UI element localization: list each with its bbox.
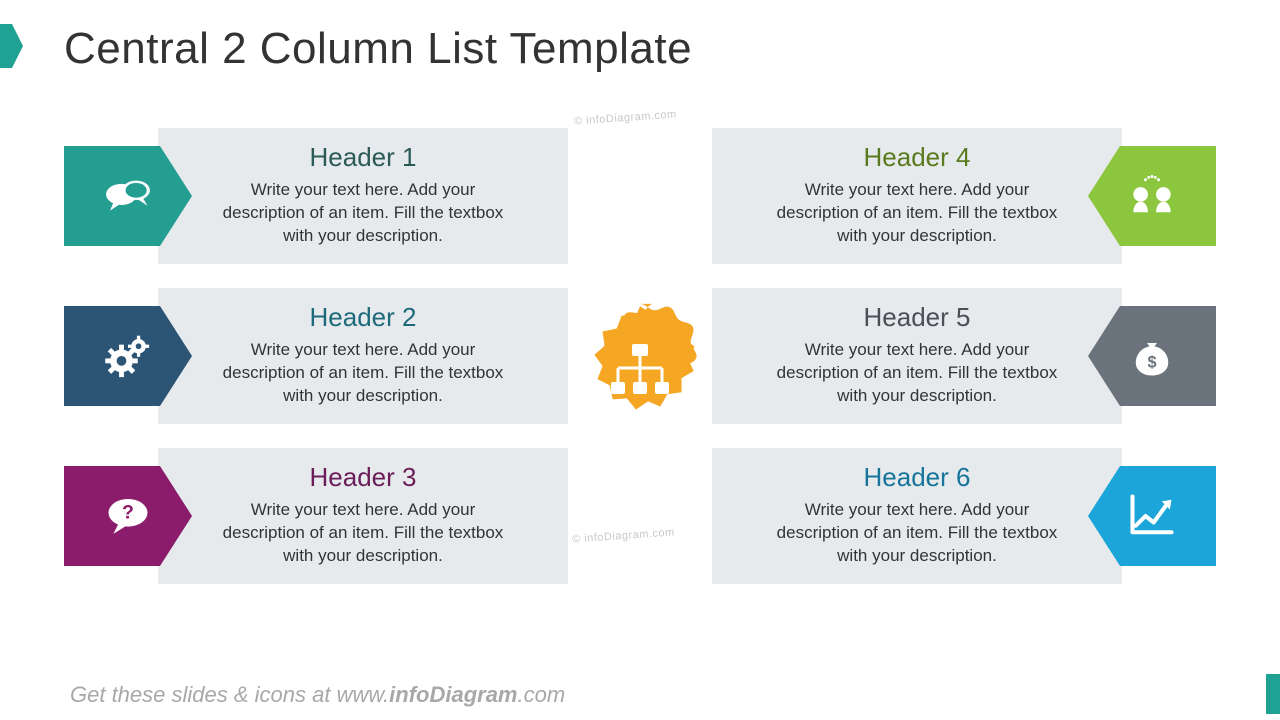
right-column: Header 4 Write your text here. Add your … (712, 128, 1216, 584)
item-body: Write your text here. Add your descripti… (772, 179, 1062, 248)
list-item: Header 4 Write your text here. Add your … (712, 128, 1216, 264)
list-item: Header 5 Write your text here. Add your … (712, 288, 1216, 424)
two-heads-icon (1126, 170, 1178, 222)
item-header: Header 5 (738, 302, 1096, 333)
item-card: Header 1 Write your text here. Add your … (158, 128, 568, 264)
center-badge (565, 295, 715, 445)
left-column: Header 1 Write your text here. Add your … (64, 128, 568, 584)
item-tag: ? (64, 466, 192, 566)
item-header: Header 4 (738, 142, 1096, 173)
list-item: Header 6 Write your text here. Add your … (712, 448, 1216, 584)
item-header: Header 2 (184, 302, 542, 333)
item-tag (1088, 146, 1216, 246)
footer-brand: infoDiagram (389, 682, 517, 707)
item-body: Write your text here. Add your descripti… (218, 339, 508, 408)
item-tag (64, 146, 192, 246)
list-item: Header 3 Write your text here. Add your … (64, 448, 568, 584)
question-bubble-icon: ? (102, 490, 154, 542)
item-body: Write your text here. Add your descripti… (218, 499, 508, 568)
svg-text:$: $ (1147, 353, 1156, 371)
gears-icon (102, 330, 154, 382)
item-card: Header 3 Write your text here. Add your … (158, 448, 568, 584)
slide-accent-right (1266, 674, 1280, 714)
item-tag: $ (1088, 306, 1216, 406)
footer-text: .com (518, 682, 566, 707)
diagram-content: Header 1 Write your text here. Add your … (64, 128, 1216, 612)
chat-bubbles-icon (102, 170, 154, 222)
item-card: Header 5 Write your text here. Add your … (712, 288, 1122, 424)
item-tag (1088, 466, 1216, 566)
footer-text: Get these slides & icons at www. (70, 682, 389, 707)
footer-attribution: Get these slides & icons at www.infoDiag… (70, 682, 565, 708)
item-card: Header 6 Write your text here. Add your … (712, 448, 1122, 584)
item-body: Write your text here. Add your descripti… (218, 179, 508, 248)
list-item: Header 1 Write your text here. Add your … (64, 128, 568, 264)
list-item: Header 2 Write your text here. Add your … (64, 288, 568, 424)
item-body: Write your text here. Add your descripti… (772, 339, 1062, 408)
svg-text:?: ? (122, 501, 134, 523)
slide-title: Central 2 Column List Template (64, 24, 692, 74)
money-bag-icon: $ (1126, 330, 1178, 382)
item-card: Header 4 Write your text here. Add your … (712, 128, 1122, 264)
growth-chart-icon (1126, 490, 1178, 542)
item-card: Header 2 Write your text here. Add your … (158, 288, 568, 424)
item-header: Header 3 (184, 462, 542, 493)
item-tag (64, 306, 192, 406)
slide-accent-left (0, 24, 12, 68)
watermark: © infoDiagram.com (574, 108, 677, 127)
item-header: Header 1 (184, 142, 542, 173)
watermark: © infoDiagram.com (572, 526, 675, 545)
hierarchy-icon (607, 342, 673, 398)
item-header: Header 6 (738, 462, 1096, 493)
item-body: Write your text here. Add your descripti… (772, 499, 1062, 568)
